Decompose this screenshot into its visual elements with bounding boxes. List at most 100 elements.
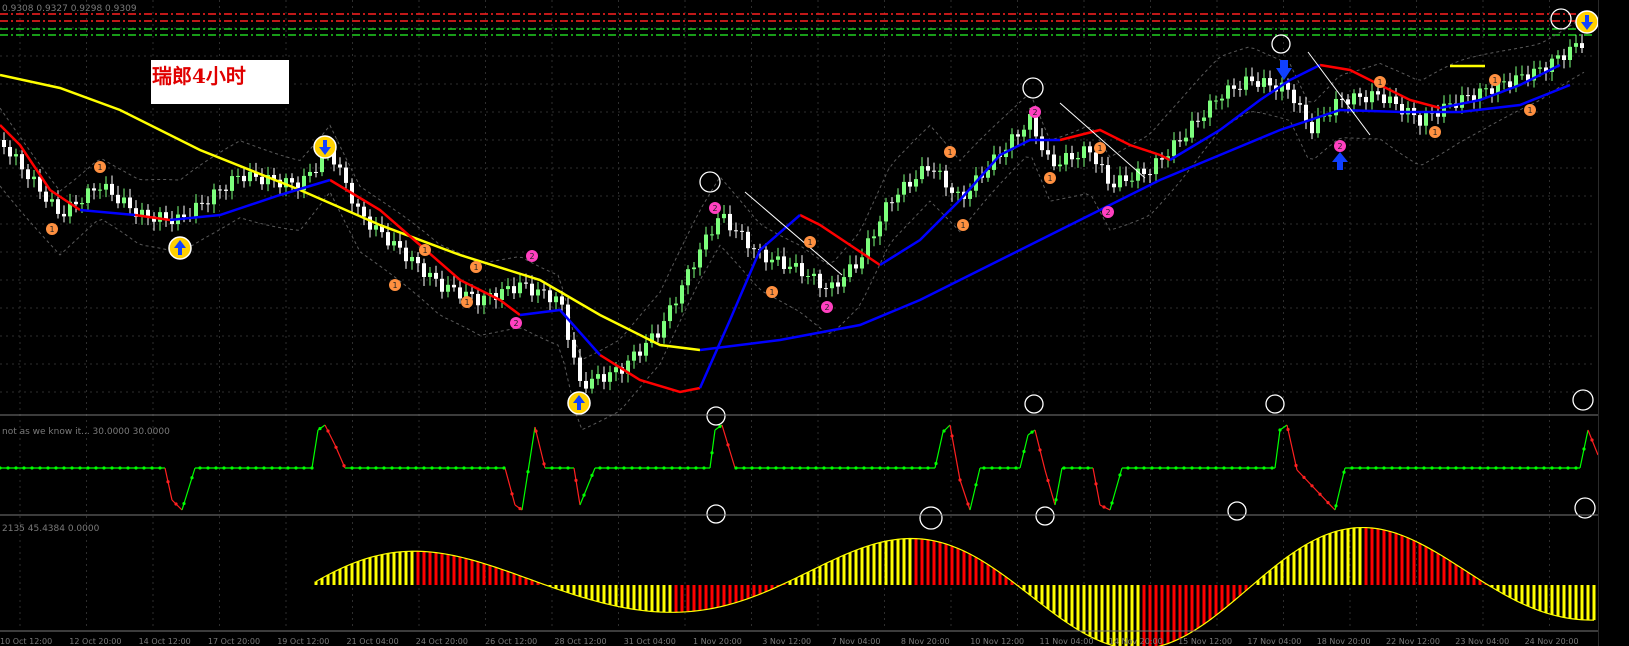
candle-body xyxy=(158,212,162,222)
oscillator-dot xyxy=(1078,466,1082,470)
oscillator-dot xyxy=(54,466,58,470)
orange-signal-dot-label: 1 xyxy=(97,163,102,172)
histogram-bar xyxy=(1502,585,1506,595)
oscillator-dot xyxy=(446,466,450,470)
histogram-bar xyxy=(1190,585,1194,632)
candle-body xyxy=(122,197,126,204)
histogram-bar xyxy=(1292,552,1296,585)
oscillator-dot xyxy=(662,466,666,470)
oscillator-dot xyxy=(606,466,610,470)
histogram-bar xyxy=(1100,585,1104,642)
histogram-bar xyxy=(974,557,978,585)
time-axis-label: 15 Nov 12:00 xyxy=(1178,637,1233,646)
candle-body xyxy=(1214,100,1218,102)
oscillator-dot xyxy=(326,429,330,433)
oscillator-dot xyxy=(1414,466,1418,470)
candle-body xyxy=(1052,154,1056,167)
oscillator-dot xyxy=(182,501,186,506)
oscillator-dot xyxy=(14,466,18,470)
oscillator-segment xyxy=(164,467,173,501)
histogram-bar xyxy=(638,585,642,611)
oscillator-dot xyxy=(822,466,826,470)
histogram-bar xyxy=(1214,585,1218,616)
candle-body xyxy=(476,293,480,306)
oscillator-dot xyxy=(1222,466,1226,470)
candle-body xyxy=(542,289,546,291)
price-scale[interactable] xyxy=(1598,0,1629,646)
candle-body xyxy=(50,199,54,202)
candle-body xyxy=(200,202,204,204)
candle-body xyxy=(668,305,672,322)
oscillator-dot xyxy=(462,466,466,470)
candle-body xyxy=(782,256,786,269)
oscillator-dot xyxy=(1246,466,1250,470)
trendline xyxy=(744,191,843,276)
candle-body xyxy=(1118,175,1122,188)
histogram-bar xyxy=(1070,585,1074,627)
candle-body xyxy=(74,201,78,205)
orange-signal-dot-label: 1 xyxy=(1432,128,1437,137)
pink-signal-dot-label: 2 xyxy=(1032,108,1037,117)
histogram-bar xyxy=(476,561,480,585)
histogram-bar xyxy=(494,567,498,585)
candle-body xyxy=(752,248,756,250)
candle-body xyxy=(32,176,36,180)
candle-body xyxy=(950,187,954,193)
histogram-bar xyxy=(1184,585,1188,636)
candle-body xyxy=(14,154,18,157)
oscillator-dot xyxy=(6,466,10,470)
histogram-bar xyxy=(338,568,342,585)
oscillator-dot xyxy=(22,466,26,470)
histogram-bar xyxy=(1430,549,1434,585)
candle-body xyxy=(530,283,534,296)
oscillator-dot xyxy=(1038,448,1042,452)
oscillator-dot xyxy=(1278,428,1282,432)
oscillator-dot xyxy=(1206,466,1210,470)
histogram-bar xyxy=(1058,585,1062,618)
candle-body xyxy=(98,189,102,191)
histogram-bar xyxy=(1346,528,1350,585)
histogram-bar xyxy=(704,585,708,610)
oscillator-dot xyxy=(270,466,274,470)
oscillator-dot xyxy=(222,466,226,470)
oscillator-dot xyxy=(846,466,850,470)
oscillator-segment xyxy=(1274,429,1281,469)
oscillator-dot xyxy=(1446,466,1450,470)
histogram-bar xyxy=(374,555,378,585)
candle-body xyxy=(956,191,960,193)
oscillator-dot xyxy=(1014,466,1018,470)
histogram-bar xyxy=(908,538,912,585)
orange-signal-dot-label: 1 xyxy=(49,225,54,234)
candle-body xyxy=(56,199,60,214)
candle-body xyxy=(764,249,768,263)
candle-body xyxy=(854,264,858,269)
oscillator-dot xyxy=(910,466,914,470)
candle-body xyxy=(812,273,816,277)
histogram-bar xyxy=(608,585,612,605)
oscillator-dot xyxy=(190,476,194,480)
pink-signal-dot-label: 2 xyxy=(1105,208,1110,217)
histogram-bar xyxy=(446,554,450,585)
oscillator-dot xyxy=(30,466,34,470)
oscillator-dot xyxy=(766,466,770,470)
candle-body xyxy=(1382,94,1386,104)
candle-body xyxy=(1328,115,1332,117)
candle-body xyxy=(470,291,474,294)
histogram-bar xyxy=(386,553,390,585)
histogram-bar xyxy=(740,585,744,601)
candle-body xyxy=(218,189,222,191)
candle-body xyxy=(410,256,414,262)
histogram-bar xyxy=(1562,585,1566,618)
histogram-bar xyxy=(890,540,894,585)
highlight-circle xyxy=(1572,389,1594,411)
time-axis-label: 1 Nov 20:00 xyxy=(693,637,742,646)
oscillator-dot xyxy=(1366,466,1370,470)
candle-body xyxy=(1196,120,1200,122)
pink-signal-dot-label: 2 xyxy=(712,204,717,213)
oscillator-dot xyxy=(1326,501,1330,505)
highlight-circle xyxy=(1271,34,1291,54)
candle-body xyxy=(1016,134,1020,137)
oscillator-dot xyxy=(286,466,290,470)
oscillator-dot xyxy=(1126,466,1130,470)
histogram-bar xyxy=(986,564,990,585)
